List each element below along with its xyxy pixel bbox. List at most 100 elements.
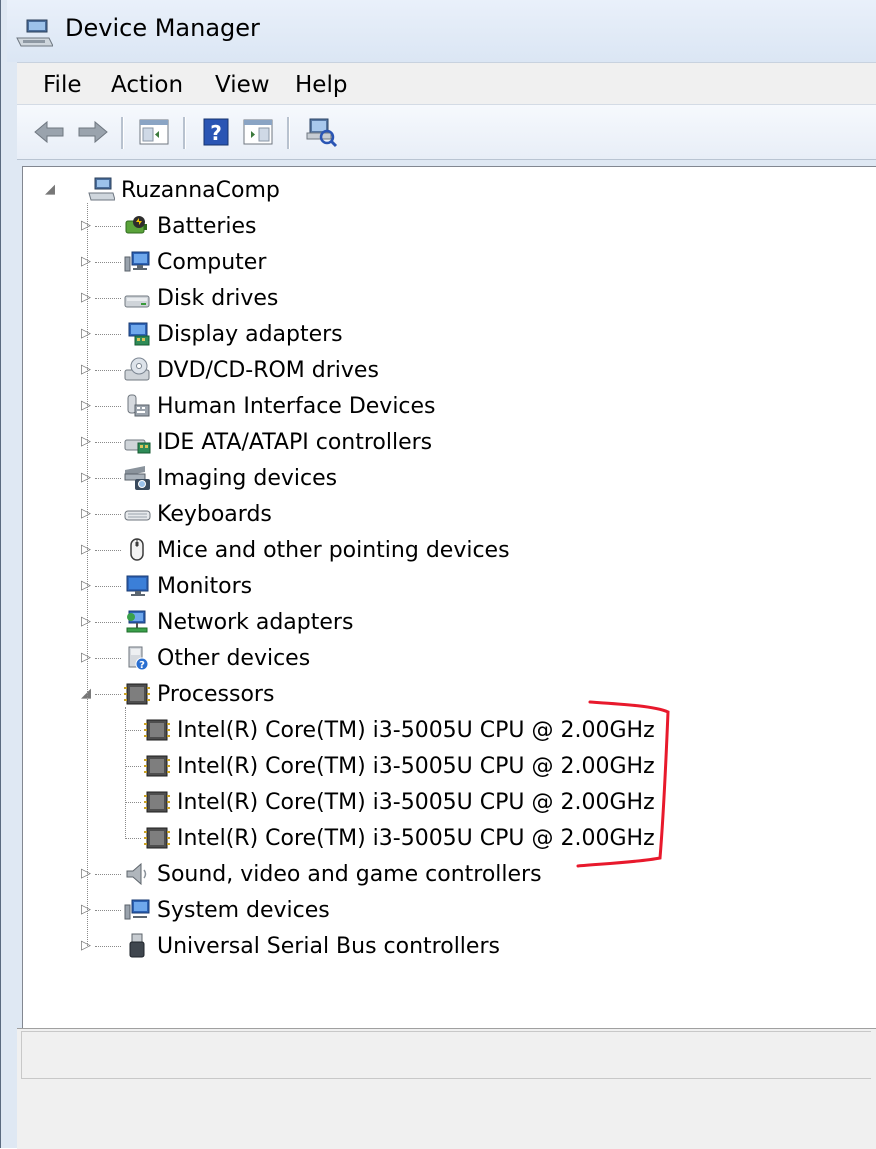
tree-category-item[interactable]: Universal Serial Bus controllers bbox=[123, 929, 500, 963]
tree-category-item[interactable]: DVD/CD-ROM drives bbox=[123, 353, 379, 387]
status-bar bbox=[17, 1028, 876, 1149]
keyboard-icon bbox=[124, 510, 151, 521]
collapse-arrow-icon[interactable]: ◢ bbox=[43, 183, 57, 197]
tree-category-item[interactable]: Network adapters bbox=[123, 605, 353, 639]
tree-connector bbox=[95, 622, 121, 623]
toolbar-separator bbox=[287, 117, 290, 149]
mouse-icon bbox=[130, 538, 144, 561]
show-hide-console-tree-icon[interactable] bbox=[135, 113, 173, 151]
show-action-pane-icon[interactable] bbox=[239, 113, 277, 151]
window-title: Device Manager bbox=[65, 14, 260, 42]
expand-arrow-icon[interactable]: ▷ bbox=[79, 903, 93, 917]
menu-view[interactable]: View bbox=[211, 70, 274, 100]
tree-category-item[interactable]: Sound, video and game controllers bbox=[123, 857, 542, 891]
processor-item[interactable]: Intel(R) Core(TM) i3-5005U CPU @ 2.00GHz bbox=[143, 749, 655, 783]
tree-connector bbox=[95, 946, 121, 947]
battery-icon bbox=[125, 216, 147, 234]
tree-category-item[interactable]: Imaging devices bbox=[123, 461, 337, 495]
processor-icon bbox=[124, 683, 150, 705]
tree-category-item[interactable]: Disk drives bbox=[123, 281, 278, 315]
tree-connector bbox=[95, 514, 121, 515]
tree-connector bbox=[95, 262, 121, 263]
computer-icon bbox=[124, 251, 150, 272]
tree-category-label: Mice and other pointing devices bbox=[157, 537, 510, 563]
tree-category-item[interactable]: Monitors bbox=[123, 569, 252, 603]
menu-help[interactable]: Help bbox=[291, 70, 351, 100]
tree-category-item[interactable]: IDE ATA/ATAPI controllers bbox=[123, 425, 432, 459]
tree-category-label: Computer bbox=[157, 249, 267, 275]
expand-arrow-icon[interactable]: ▷ bbox=[79, 507, 93, 521]
expand-arrow-icon[interactable]: ▷ bbox=[79, 615, 93, 629]
back-arrow-icon[interactable] bbox=[31, 113, 69, 151]
expand-arrow-icon[interactable]: ▷ bbox=[79, 939, 93, 953]
tree-category-label: Sound, video and game controllers bbox=[157, 861, 542, 887]
tree-category-item[interactable]: Keyboards bbox=[123, 497, 272, 531]
expand-arrow-icon[interactable]: ▷ bbox=[79, 867, 93, 881]
tree-category-label: DVD/CD-ROM drives bbox=[157, 357, 379, 383]
processor-label: Intel(R) Core(TM) i3-5005U CPU @ 2.00GHz bbox=[177, 789, 655, 815]
ide-controller-icon bbox=[124, 439, 151, 454]
tree-category-label: Universal Serial Bus controllers bbox=[157, 933, 500, 959]
tree-connector bbox=[95, 550, 121, 551]
expand-arrow-icon[interactable]: ▷ bbox=[79, 219, 93, 233]
tree-category-item[interactable]: Display adapters bbox=[123, 317, 343, 351]
tree-category-item[interactable]: Processors bbox=[123, 677, 274, 711]
help-icon[interactable]: ? bbox=[197, 113, 235, 151]
expand-arrow-icon[interactable]: ▷ bbox=[79, 399, 93, 413]
status-pane bbox=[21, 1031, 871, 1079]
tree-category-label: Keyboards bbox=[157, 501, 272, 527]
forward-arrow-icon[interactable] bbox=[73, 113, 111, 151]
tree-category-item[interactable]: ? Other devices bbox=[123, 641, 310, 675]
tree-connector bbox=[87, 203, 88, 946]
processor-item[interactable]: Intel(R) Core(TM) i3-5005U CPU @ 2.00GHz bbox=[143, 713, 655, 747]
tree-category-item[interactable]: Batteries bbox=[123, 209, 257, 243]
monitor-icon bbox=[126, 575, 149, 596]
expand-arrow-icon[interactable]: ▷ bbox=[79, 543, 93, 557]
tree-connector bbox=[95, 406, 121, 407]
tree-category-label: Human Interface Devices bbox=[157, 393, 436, 419]
tree-category-item[interactable]: Mice and other pointing devices bbox=[123, 533, 510, 567]
expand-arrow-icon[interactable]: ▷ bbox=[79, 435, 93, 449]
toolbar: ? bbox=[17, 104, 876, 160]
scan-hardware-changes-icon[interactable] bbox=[301, 113, 339, 151]
menu-file[interactable]: File bbox=[39, 70, 86, 100]
tree-connector bbox=[125, 766, 141, 767]
processor-item[interactable]: Intel(R) Core(TM) i3-5005U CPU @ 2.00GHz bbox=[143, 785, 655, 819]
processor-icon bbox=[144, 719, 170, 741]
tree-connector bbox=[95, 442, 121, 443]
tree-category-item[interactable]: Human Interface Devices bbox=[123, 389, 436, 423]
svg-text:?: ? bbox=[139, 660, 145, 671]
tree-category-label: Display adapters bbox=[157, 321, 343, 347]
tree-connector bbox=[95, 226, 121, 227]
system-devices-icon bbox=[124, 899, 150, 920]
tree-category-label: Imaging devices bbox=[157, 465, 338, 491]
tree-category-item[interactable]: Computer bbox=[123, 245, 266, 279]
expand-arrow-icon[interactable]: ▷ bbox=[79, 471, 93, 485]
expand-arrow-icon[interactable]: ▷ bbox=[79, 255, 93, 269]
expand-arrow-icon[interactable]: ▷ bbox=[79, 327, 93, 341]
expand-arrow-icon[interactable]: ▷ bbox=[79, 291, 93, 305]
expand-arrow-icon[interactable]: ▷ bbox=[79, 579, 93, 593]
tree-connector bbox=[95, 370, 121, 371]
tree-category-label: IDE ATA/ATAPI controllers bbox=[157, 429, 433, 455]
toolbar-separator bbox=[121, 117, 124, 149]
network-adapter-icon bbox=[126, 610, 148, 633]
title-bar: Device Manager bbox=[7, 0, 876, 62]
usb-icon bbox=[129, 933, 145, 958]
hid-icon bbox=[127, 394, 150, 417]
tree-root[interactable]: RuzannaComp bbox=[87, 173, 280, 207]
processor-icon bbox=[144, 755, 170, 777]
tree-connector bbox=[125, 730, 141, 731]
collapse-arrow-icon[interactable]: ◢ bbox=[79, 687, 93, 701]
tree-connector bbox=[95, 478, 121, 479]
expand-arrow-icon[interactable]: ▷ bbox=[79, 363, 93, 377]
tree-root-label: RuzannaComp bbox=[121, 177, 280, 203]
expand-arrow-icon[interactable]: ▷ bbox=[79, 651, 93, 665]
dvd-drive-icon bbox=[124, 357, 150, 381]
tree-connector bbox=[95, 874, 121, 875]
device-tree[interactable]: ◢ RuzannaComp ▷ Batteries ▷ Computer ▷ Disk dri… bbox=[22, 166, 876, 1029]
tree-category-item[interactable]: System devices bbox=[123, 893, 330, 927]
menu-action[interactable]: Action bbox=[107, 70, 187, 100]
imaging-device-icon bbox=[124, 466, 150, 490]
processor-item[interactable]: Intel(R) Core(TM) i3-5005U CPU @ 2.00GHz bbox=[143, 821, 655, 855]
